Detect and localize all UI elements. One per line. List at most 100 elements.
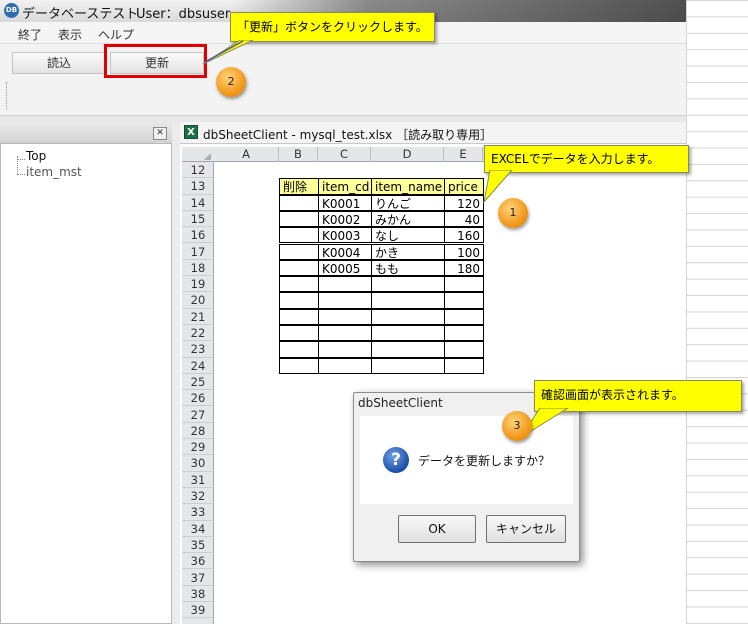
table-cell[interactable]: 120 <box>444 194 484 211</box>
table-cell[interactable]: K0001 <box>318 194 372 211</box>
table-header-cell[interactable]: item_name <box>371 178 445 195</box>
row-header[interactable]: 30 <box>182 455 214 472</box>
table-cell[interactable]: もも <box>371 259 445 277</box>
row-header[interactable]: 39 <box>182 602 214 619</box>
row-header[interactable]: 24 <box>182 358 214 374</box>
close-icon[interactable]: ✕ <box>153 127 167 140</box>
table-cell[interactable] <box>318 276 372 293</box>
table-cell[interactable]: K0005 <box>318 259 372 277</box>
table-header-cell[interactable]: item_cd <box>318 178 372 195</box>
row-header[interactable]: 35 <box>182 537 214 554</box>
callout-click-update: 「更新」ボタンをクリックします。 <box>230 12 435 42</box>
table-cell[interactable]: K0003 <box>318 227 372 244</box>
table-cell[interactable] <box>444 341 484 358</box>
table-cell[interactable] <box>318 292 372 309</box>
table-cell[interactable] <box>371 292 445 309</box>
row-header[interactable]: 18 <box>182 260 214 277</box>
row-header[interactable]: 26 <box>182 390 214 407</box>
table-cell[interactable] <box>318 308 372 325</box>
background-sheet-grid <box>686 0 748 624</box>
table-cell[interactable] <box>371 357 445 374</box>
row-header[interactable]: 22 <box>182 325 214 342</box>
column-header[interactable]: A <box>214 147 279 162</box>
row-header[interactable]: 14 <box>182 195 214 211</box>
table-cell[interactable]: かき <box>371 243 445 260</box>
pane-splitter[interactable] <box>172 124 180 624</box>
table-cell[interactable]: 40 <box>444 210 484 228</box>
ok-button[interactable]: OK <box>398 515 476 543</box>
row-header[interactable]: 12 <box>182 162 214 179</box>
tree-item-top[interactable]: Top <box>26 149 46 163</box>
row-header[interactable]: 23 <box>182 341 214 358</box>
menu-item-view[interactable]: 表示 <box>58 26 82 43</box>
table-cell[interactable] <box>444 308 484 325</box>
table-cell[interactable] <box>279 276 319 293</box>
table-cell[interactable] <box>318 325 372 342</box>
row-header[interactable]: 19 <box>182 276 214 293</box>
column-header[interactable]: D <box>371 147 444 162</box>
table-cell[interactable] <box>371 325 445 342</box>
tree-pane-header <box>0 124 172 144</box>
table-cell[interactable] <box>279 210 319 228</box>
table-cell[interactable]: りんご <box>371 194 445 211</box>
row-header[interactable]: 33 <box>182 504 214 521</box>
table-cell[interactable]: みかん <box>371 210 445 228</box>
row-header[interactable]: 32 <box>182 488 214 505</box>
column-header[interactable]: C <box>318 147 371 162</box>
row-header[interactable]: 27 <box>182 407 214 423</box>
column-header[interactable]: B <box>279 147 318 162</box>
table-cell[interactable] <box>318 357 372 374</box>
table-cell[interactable] <box>279 292 319 309</box>
row-header[interactable]: 28 <box>182 423 214 440</box>
menu-item-exit[interactable]: 終了 <box>18 26 42 43</box>
table-cell[interactable] <box>279 259 319 277</box>
user-label: User：dbsuser <box>136 7 231 22</box>
cancel-button[interactable]: キャンセル <box>486 515 566 543</box>
table-cell[interactable] <box>279 194 319 211</box>
table-cell[interactable] <box>279 325 319 342</box>
row-header[interactable]: 20 <box>182 292 214 309</box>
row-header[interactable]: 31 <box>182 472 214 488</box>
table-cell[interactable] <box>444 292 484 309</box>
table-cell[interactable] <box>371 308 445 325</box>
row-header[interactable]: 36 <box>182 553 214 570</box>
column-header[interactable]: E <box>444 147 483 162</box>
row-header[interactable]: 21 <box>182 309 214 325</box>
read-button[interactable]: 読込 <box>12 52 106 74</box>
table-cell[interactable] <box>279 243 319 260</box>
table-cell[interactable]: なし <box>371 227 445 244</box>
table-cell[interactable] <box>279 357 319 374</box>
select-all-corner[interactable] <box>204 153 211 160</box>
table-cell[interactable]: 160 <box>444 227 484 244</box>
table-cell[interactable]: K0004 <box>318 243 372 260</box>
table-cell[interactable] <box>444 357 484 374</box>
step-badge-1: 1 <box>498 198 528 228</box>
window-title: データベーステスト <box>22 7 139 22</box>
row-header[interactable]: 17 <box>182 244 214 260</box>
row-header[interactable]: 16 <box>182 227 214 244</box>
row-header[interactable]: 13 <box>182 178 214 195</box>
table-cell[interactable]: K0002 <box>318 210 372 228</box>
row-header[interactable]: 25 <box>182 374 214 391</box>
table-cell[interactable] <box>444 325 484 342</box>
table-cell[interactable] <box>371 276 445 293</box>
table-cell[interactable]: 100 <box>444 243 484 260</box>
excel-icon: X <box>184 125 198 139</box>
row-header[interactable]: 37 <box>182 570 214 586</box>
row-header[interactable]: 38 <box>182 586 214 603</box>
table-header-cell[interactable]: 削除 <box>279 178 319 195</box>
table-header-cell[interactable]: price <box>444 178 484 195</box>
table-cell[interactable] <box>279 308 319 325</box>
row-header[interactable]: 29 <box>182 439 214 456</box>
tree-item-item-mst[interactable]: item_mst <box>26 165 82 179</box>
row-header[interactable]: 15 <box>182 211 214 228</box>
table-cell[interactable]: 180 <box>444 259 484 277</box>
table-cell[interactable] <box>318 341 372 358</box>
table-cell[interactable] <box>371 341 445 358</box>
step-badge-3: 3 <box>502 411 532 441</box>
menu-item-help[interactable]: ヘルプ <box>98 26 134 43</box>
table-cell[interactable] <box>444 276 484 293</box>
table-cell[interactable] <box>279 227 319 244</box>
table-cell[interactable] <box>279 341 319 358</box>
row-header[interactable]: 34 <box>182 521 214 537</box>
